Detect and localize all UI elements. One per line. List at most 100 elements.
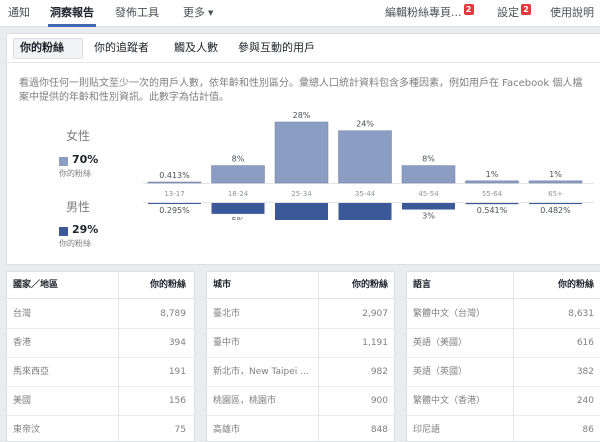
- table-row: 臺北市 2,907: [207, 300, 394, 329]
- female-value-label: 0.413%: [159, 171, 190, 180]
- settings-label: 設定: [497, 6, 519, 19]
- fans-header[interactable]: 你的粉絲: [352, 272, 388, 299]
- nav-more[interactable]: 更多 ▼: [183, 0, 213, 27]
- tab-your-followers[interactable]: 你的追蹤者: [94, 34, 149, 63]
- female-value-label: 28%: [293, 111, 311, 120]
- female-legend-swatch: [59, 157, 68, 166]
- table-row: 印尼語 86: [407, 416, 600, 441]
- settings-badge: 2: [521, 4, 531, 15]
- nav-edit-page-info[interactable]: 編輯粉絲專頁... 2: [385, 0, 474, 27]
- country-name-cell: 馬來西亞: [13, 367, 50, 377]
- language-name-cell: 繁體中文（台灣）: [413, 309, 486, 319]
- city-name-cell: 臺北市: [213, 309, 241, 319]
- country-name-cell: 東帝汶: [13, 425, 41, 435]
- fans-count-cell: 982: [370, 367, 388, 377]
- city-name-cell: 高雄市: [213, 425, 241, 435]
- country-name-cell: 香港: [13, 338, 32, 348]
- city-header[interactable]: 城市: [213, 272, 231, 299]
- table-row: 新北市，New Taipei ... 982: [207, 358, 394, 387]
- male-bar: [529, 203, 582, 205]
- fans-count-cell: 8,631: [568, 309, 594, 319]
- age-gender-chart: 0.413%0.295%13-178%5%18-2428%10%25-3424%…: [143, 111, 594, 220]
- fans-count-cell: 394: [168, 338, 186, 348]
- table-row: 香港 394: [7, 329, 194, 358]
- table-row: 高雄市 848: [207, 416, 394, 441]
- female-value-label: 8%: [422, 155, 435, 164]
- fans-count-cell: 616: [576, 338, 594, 348]
- nav-insights[interactable]: 洞察報告: [48, 0, 96, 27]
- tab-people-engaged[interactable]: 參與互動的用戶: [238, 34, 315, 63]
- fans-count-cell: 900: [370, 396, 388, 406]
- female-value-label: 1%: [486, 170, 499, 179]
- male-value-label: 0.482%: [540, 206, 571, 215]
- language-name-cell: 繁體中文（香港）: [413, 396, 486, 406]
- language-header[interactable]: 語言: [413, 272, 431, 299]
- female-bar: [465, 180, 519, 184]
- table-row: 桃園區，桃園市 900: [207, 387, 394, 416]
- age-category-label: 45-54: [418, 190, 439, 198]
- nav-settings[interactable]: 設定 2: [497, 0, 531, 27]
- people-subtabs: 你的粉絲 你的追蹤者 觸及人數 參與互動的用戶: [7, 34, 600, 63]
- language-name-cell: 英語（美國）: [413, 338, 468, 348]
- fans-header[interactable]: 你的粉絲: [150, 272, 186, 299]
- country-table: 國家／地區 你的粉絲 台灣 8,789 香港 394 馬來西亞 191 美國 156 東帝汶 75: [6, 271, 195, 442]
- table-row: 繁體中文（香港） 240: [407, 387, 600, 416]
- table-header: 語言 你的粉絲: [407, 272, 600, 299]
- male-legend-title: 男性: [66, 200, 91, 214]
- nav-more-label: 更多: [183, 6, 205, 19]
- male-value-label: 0.295%: [159, 206, 190, 215]
- female-bar: [274, 121, 329, 184]
- female-legend-label: 你的粉絲: [59, 169, 91, 178]
- male-bar: [211, 203, 265, 214]
- table-row: 英語（美國） 616: [407, 329, 600, 358]
- age-category-label: 65+: [548, 190, 563, 198]
- age-category-label: 55-64: [482, 190, 503, 198]
- female-value-label: 24%: [356, 120, 374, 129]
- table-row: 東帝汶 75: [7, 416, 194, 441]
- female-value-label: 8%: [232, 155, 245, 164]
- edit-page-info-badge: 2: [463, 4, 474, 15]
- city-table: 城市 你的粉絲 臺北市 2,907 臺中市 1,191 新北市，New Taipei .…: [206, 271, 395, 442]
- male-bar: [402, 203, 455, 210]
- tab-people-reached[interactable]: 觸及人數: [174, 34, 218, 63]
- table-row: 英語（英國） 382: [407, 358, 600, 387]
- male-value-label: 5%: [232, 216, 245, 220]
- male-bar: [148, 203, 201, 204]
- nav-notifications[interactable]: 通知: [8, 0, 30, 27]
- table-row: 臺中市 1,191: [207, 329, 394, 358]
- fans-count-cell: 848: [370, 425, 388, 435]
- table-header: 國家／地區 你的粉絲: [7, 272, 194, 299]
- country-name-cell: 台灣: [13, 309, 32, 319]
- male-value-label: 0.541%: [477, 206, 508, 215]
- fans-count-cell: 8,789: [160, 309, 186, 319]
- fans-header[interactable]: 你的粉絲: [558, 272, 594, 299]
- male-legend-swatch: [59, 227, 68, 236]
- fans-count-cell: 1,191: [362, 338, 388, 348]
- top-navigation: 通知 洞察報告 發佈工具 更多 ▼ 編輯粉絲專頁... 2 設定 2 使用說明: [0, 0, 600, 27]
- fans-count-cell: 191: [168, 367, 186, 377]
- table-row: 美國 156: [7, 387, 194, 416]
- table-row: 繁體中文（台灣） 8,631: [407, 300, 600, 329]
- age-category-label: 13-17: [164, 190, 184, 198]
- male-bar: [275, 203, 328, 220]
- chevron-down-icon: ▼: [208, 9, 214, 17]
- fans-count-cell: 2,907: [362, 309, 388, 319]
- language-name-cell: 英語（英國）: [413, 367, 468, 377]
- female-bar: [338, 130, 392, 184]
- chart-description: 看過你任何一則貼文至少一次的用戶人數，依年齡和性別區分。彙總人口統計資料包含多種…: [19, 78, 583, 103]
- age-category-label: 35-44: [355, 190, 376, 198]
- male-legend-label: 你的粉絲: [59, 239, 91, 248]
- language-table: 語言 你的粉絲 繁體中文（台灣） 8,631 英語（美國） 616 英語（英國） 382 繁…: [406, 271, 600, 442]
- female-bar: [211, 165, 265, 184]
- fans-count-cell: 86: [582, 425, 594, 435]
- fans-count-cell: 240: [576, 396, 594, 406]
- table-header: 城市 你的粉絲: [207, 272, 394, 299]
- nav-help[interactable]: 使用說明: [550, 0, 594, 27]
- tab-your-fans[interactable]: 你的粉絲: [20, 34, 64, 63]
- edit-page-info-label: 編輯粉絲專頁...: [385, 6, 462, 19]
- country-header[interactable]: 國家／地區: [13, 272, 58, 299]
- city-name-cell: 桃園區，桃園市: [213, 396, 277, 406]
- male-bar: [465, 203, 519, 205]
- table-row: 台灣 8,789: [7, 300, 194, 329]
- nav-publishing-tools[interactable]: 發佈工具: [115, 0, 159, 27]
